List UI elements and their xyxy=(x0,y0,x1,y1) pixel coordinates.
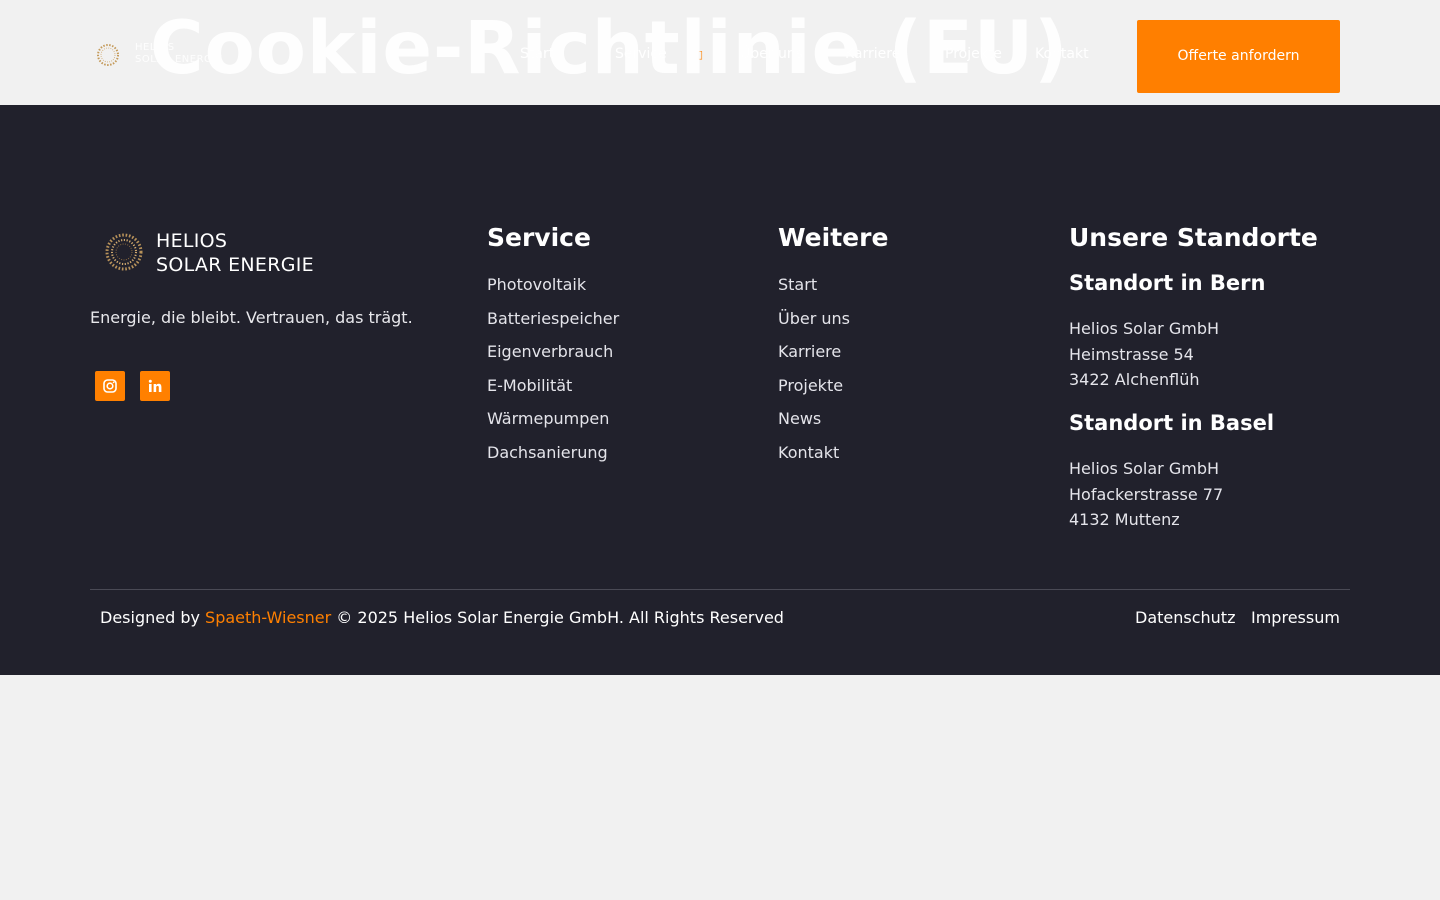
service-link-photovoltaik[interactable]: Photovoltaik xyxy=(487,275,619,309)
footer-logo-line2: SOLAR ENERGIE xyxy=(156,254,314,276)
instagram-icon[interactable] xyxy=(95,371,125,401)
service-list: Photovoltaik Batteriespeicher Eigenverbr… xyxy=(487,275,619,477)
site-header: HELIOS SOLAR ENERGIE Start Service ▯ Übe… xyxy=(0,0,1440,105)
linkedin-icon[interactable] xyxy=(140,371,170,401)
service-link-waermepumpen[interactable]: Wärmepumpen xyxy=(487,409,619,443)
copyright: Designed by Spaeth-Wiesner © 2025 Helios… xyxy=(100,608,784,627)
location-title-bern: Standort in Bern xyxy=(1069,271,1266,295)
copyright-text: © 2025 Helios Solar Energie GmbH. All Ri… xyxy=(336,608,784,627)
location-address-basel: Helios Solar GmbH Hofackerstrasse 77 413… xyxy=(1069,456,1223,533)
address-line: Helios Solar GmbH xyxy=(1069,459,1220,478)
service-link-dachsanierung[interactable]: Dachsanierung xyxy=(487,443,619,477)
weitere-link-projekte[interactable]: Projekte xyxy=(778,376,850,410)
service-link-batteriespeicher[interactable]: Batteriespeicher xyxy=(487,309,619,343)
datenschutz-link[interactable]: Datenschutz xyxy=(1135,608,1235,627)
weitere-heading: Weitere xyxy=(778,223,889,252)
address-line: Hofackerstrasse 77 xyxy=(1069,484,1224,504)
service-heading: Service xyxy=(487,223,591,252)
sun-ring-icon xyxy=(97,44,119,66)
weitere-link-ueber-uns[interactable]: Über uns xyxy=(778,309,850,343)
weitere-list: Start Über uns Karriere Projekte News Ko… xyxy=(778,275,850,477)
service-link-eigenverbrauch[interactable]: Eigenverbrauch xyxy=(487,342,619,376)
address-line: Heimstrasse 54 xyxy=(1069,344,1194,364)
page-title: Cookie-Richtlinie (EU) xyxy=(150,6,1069,91)
address-line: Helios Solar GmbH xyxy=(1069,319,1220,338)
designer-link[interactable]: Spaeth-Wiesner xyxy=(205,608,331,627)
footer-logo-line1: HELIOS xyxy=(156,230,228,252)
footer-tagline: Energie, die bleibt. Vertrauen, das träg… xyxy=(90,308,413,327)
address-line: 3422 Alchenflüh xyxy=(1069,370,1200,389)
location-address-bern: Helios Solar GmbH Heimstrasse 54 3422 Al… xyxy=(1069,316,1219,393)
service-link-e-mobilitaet[interactable]: E-Mobilität xyxy=(487,376,619,410)
offerte-button[interactable]: Offerte anfordern xyxy=(1137,20,1340,93)
location-title-basel: Standort in Basel xyxy=(1069,411,1275,435)
weitere-link-start[interactable]: Start xyxy=(778,275,850,309)
address-line: 4132 Muttenz xyxy=(1069,510,1180,529)
impressum-link[interactable]: Impressum xyxy=(1251,608,1340,627)
weitere-link-karriere[interactable]: Karriere xyxy=(778,342,850,376)
copyright-prefix: Designed by xyxy=(100,608,200,627)
weitere-link-kontakt[interactable]: Kontakt xyxy=(778,443,850,477)
standorte-heading: Unsere Standorte xyxy=(1069,223,1318,252)
footer-divider xyxy=(90,589,1350,590)
weitere-link-news[interactable]: News xyxy=(778,409,850,443)
site-footer: HELIOS SOLAR ENERGIE Energie, die bleibt… xyxy=(0,105,1440,675)
sun-ring-icon xyxy=(105,233,143,271)
